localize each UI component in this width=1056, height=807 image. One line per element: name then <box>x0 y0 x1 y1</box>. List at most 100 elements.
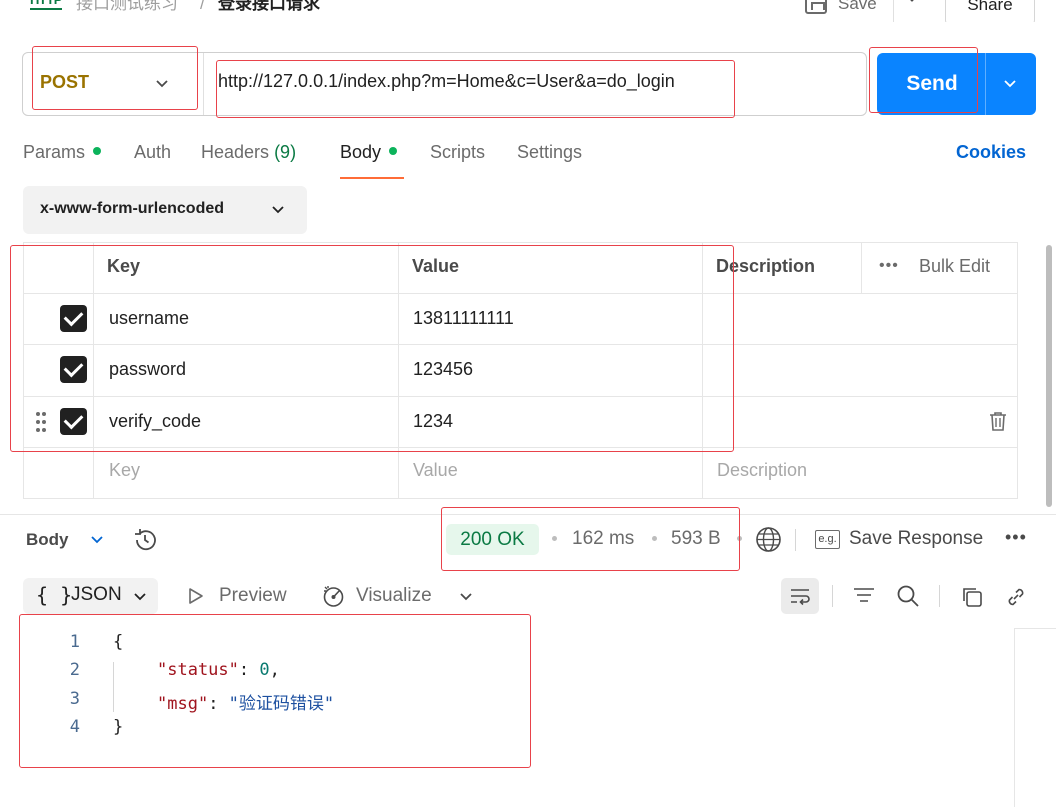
tab-headers[interactable]: Headers (9) <box>201 142 296 163</box>
breadcrumb-parent[interactable]: 接口测试练习 <box>76 0 178 14</box>
top-bar: HTTP 接口测试练习 / 登录接口请求 Save Share <box>0 0 1056 22</box>
bulk-edit-button[interactable]: Bulk Edit <box>919 256 990 277</box>
method-divider <box>203 53 204 115</box>
json-value: "验证码错误" <box>228 694 335 714</box>
json-colon: : <box>238 660 260 680</box>
copy-icon[interactable] <box>960 585 984 609</box>
meta-separator <box>652 536 657 541</box>
new-description-input[interactable]: Description <box>717 460 807 481</box>
response-divider <box>0 514 1056 515</box>
table-divider <box>702 243 703 499</box>
row-checkbox[interactable] <box>60 356 87 383</box>
chevron-down-icon[interactable] <box>270 202 286 218</box>
row-key[interactable]: verify_code <box>109 411 201 432</box>
row-checkbox[interactable] <box>60 408 87 435</box>
table-divider <box>93 243 94 499</box>
row-key[interactable]: password <box>109 359 186 380</box>
response-body-label[interactable]: Body <box>26 530 69 550</box>
row-value[interactable]: 13811111111 <box>413 308 514 329</box>
filter-icon[interactable] <box>852 584 876 608</box>
save-divider <box>893 0 894 22</box>
tab-settings[interactable]: Settings <box>517 142 582 163</box>
save-response-button[interactable]: Save Response <box>849 528 983 550</box>
http-badge-icon: HTTP <box>30 0 62 10</box>
toolbar-separator <box>795 529 796 551</box>
visualize-icon[interactable] <box>321 584 346 609</box>
meta-separator <box>552 536 557 541</box>
line-number: 3 <box>69 689 80 709</box>
code-panel-border <box>1014 628 1056 629</box>
trash-icon[interactable] <box>989 411 1007 432</box>
method-select[interactable]: POST <box>40 72 89 93</box>
meta-separator <box>737 536 742 541</box>
response-time[interactable]: 162 ms <box>572 528 634 550</box>
toolbar-separator <box>939 585 940 607</box>
save-button[interactable]: Save <box>838 0 877 14</box>
json-key: "msg" <box>157 694 209 714</box>
tab-headers-label: Headers <box>201 142 270 162</box>
format-label: JSON <box>71 584 122 605</box>
row-value[interactable]: 123456 <box>413 359 473 380</box>
visualize-button[interactable]: Visualize <box>356 585 432 607</box>
table-divider <box>23 396 1018 397</box>
column-header-value: Value <box>412 256 460 276</box>
row-value[interactable]: 1234 <box>413 411 453 432</box>
save-icon[interactable] <box>805 0 827 14</box>
table-divider <box>23 447 1018 448</box>
new-value-input[interactable]: Value <box>413 460 458 481</box>
chevron-down-icon[interactable] <box>1002 76 1018 92</box>
table-divider <box>861 243 862 293</box>
table-divider <box>23 293 1018 294</box>
json-braces-icon: { } <box>36 583 73 607</box>
status-dot-icon <box>93 147 102 156</box>
tab-auth[interactable]: Auth <box>134 142 171 163</box>
drag-handle-icon[interactable] <box>35 411 47 433</box>
tab-params[interactable]: Params <box>23 142 102 163</box>
tab-scripts[interactable]: Scripts <box>430 142 485 163</box>
cookies-link[interactable]: Cookies <box>956 142 1026 163</box>
headers-count-badge: (9) <box>274 142 297 162</box>
chevron-down-icon[interactable] <box>89 532 105 548</box>
vertical-scrollbar[interactable] <box>1046 245 1052 507</box>
status-badge[interactable]: 200 OK <box>446 524 539 555</box>
code-line: "status": 0, <box>157 660 280 680</box>
chevron-down-icon[interactable] <box>154 76 170 92</box>
send-button[interactable]: Send <box>877 53 987 115</box>
body-type-label: x-www-form-urlencoded <box>40 200 225 217</box>
chevron-down-icon[interactable] <box>905 0 919 6</box>
wrap-lines-icon[interactable] <box>788 584 812 608</box>
search-icon[interactable] <box>896 584 920 608</box>
more-options-icon[interactable]: ••• <box>1005 527 1027 548</box>
new-key-input[interactable]: Key <box>109 460 140 481</box>
json-comma: , <box>269 660 280 680</box>
code-line: "msg": "验证码错误" <box>157 689 334 714</box>
json-value: 0 <box>259 660 270 680</box>
row-key[interactable]: username <box>109 308 189 329</box>
indent-guide <box>113 662 114 712</box>
line-number: 4 <box>69 717 80 737</box>
preview-button[interactable]: Preview <box>219 585 287 607</box>
tab-body[interactable]: Body <box>340 142 398 163</box>
line-number: 1 <box>69 632 80 652</box>
request-title[interactable]: 登录接口请求 <box>218 0 320 14</box>
link-icon[interactable] <box>1004 585 1028 609</box>
more-options-icon[interactable]: ••• <box>879 257 899 275</box>
url-input[interactable]: http://127.0.0.1/index.php?m=Home&c=User… <box>218 71 675 92</box>
example-icon[interactable]: e.g. <box>815 530 840 549</box>
column-header-key: Key <box>107 256 141 276</box>
response-size[interactable]: 593 B <box>671 528 721 550</box>
history-icon[interactable] <box>132 527 158 553</box>
row-checkbox[interactable] <box>60 305 87 332</box>
table-divider <box>398 243 399 499</box>
code-panel-border <box>1014 628 1015 807</box>
share-button[interactable]: Share <box>945 0 1035 22</box>
globe-icon[interactable] <box>755 526 782 553</box>
play-icon[interactable] <box>188 587 204 605</box>
toolbar-separator <box>832 585 833 607</box>
chevron-down-icon[interactable] <box>458 589 474 605</box>
send-divider <box>985 53 986 115</box>
column-header-description: Description <box>716 256 816 276</box>
active-tab-indicator <box>340 177 404 179</box>
chevron-down-icon[interactable] <box>132 589 148 605</box>
tab-params-label: Params <box>23 142 86 162</box>
